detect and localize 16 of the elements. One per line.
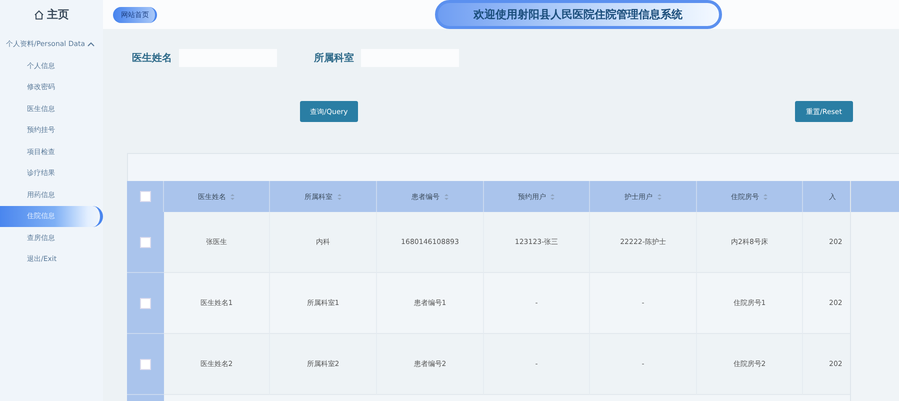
- sort-icon: [656, 192, 662, 200]
- field-label: 医生姓名: [132, 52, 172, 65]
- sort-icon: [336, 192, 342, 200]
- checkbox[interactable]: [140, 298, 151, 308]
- checkbox[interactable]: [140, 191, 150, 202]
- field-label: 所属科室: [314, 51, 354, 65]
- checkbox[interactable]: [140, 358, 151, 370]
- house-icon: [34, 10, 44, 20]
- checkbox[interactable]: [140, 236, 151, 248]
- sort-icon: [550, 192, 555, 200]
- sort-icon: [444, 192, 448, 200]
- home-link[interactable]: 主页: [0, 0, 103, 29]
- chevron-icon: [87, 41, 95, 47]
- system-title-banner: 欢迎使用射阳县人民医院住院管理信息系统: [434, 0, 722, 29]
- sort-icon: [763, 192, 768, 200]
- sort-icon: [230, 192, 235, 200]
